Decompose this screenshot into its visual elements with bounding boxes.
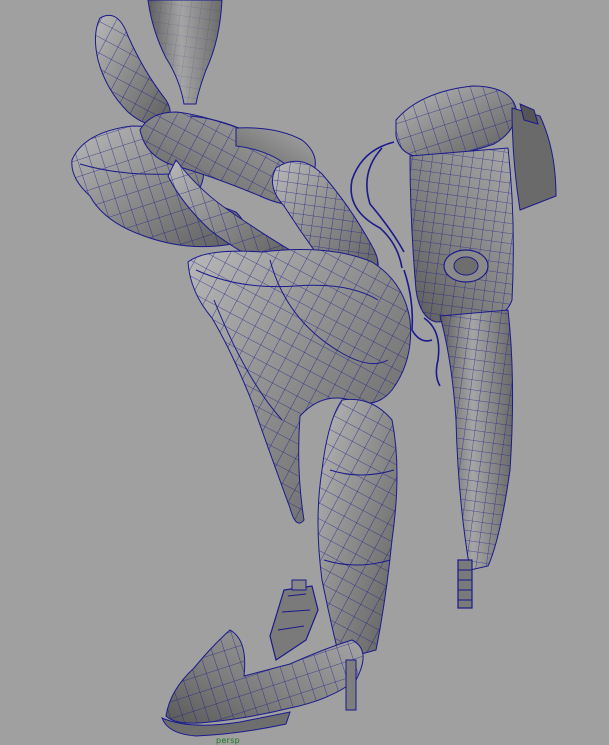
mesh-long-blade[interactable] bbox=[439, 309, 514, 609]
mesh-lower-leg[interactable] bbox=[317, 398, 398, 661]
mesh-foot[interactable] bbox=[161, 629, 364, 737]
3d-viewport[interactable]: persp bbox=[0, 0, 609, 745]
scene-canvas[interactable] bbox=[0, 0, 609, 745]
blade-rod bbox=[457, 559, 473, 609]
mesh-backpack-body[interactable] bbox=[409, 147, 514, 323]
mesh-top-funnel[interactable] bbox=[147, 0, 223, 105]
mesh-ankle-bracket[interactable] bbox=[269, 579, 319, 661]
camera-name-label: persp bbox=[216, 736, 241, 745]
heel-spike bbox=[345, 659, 357, 711]
